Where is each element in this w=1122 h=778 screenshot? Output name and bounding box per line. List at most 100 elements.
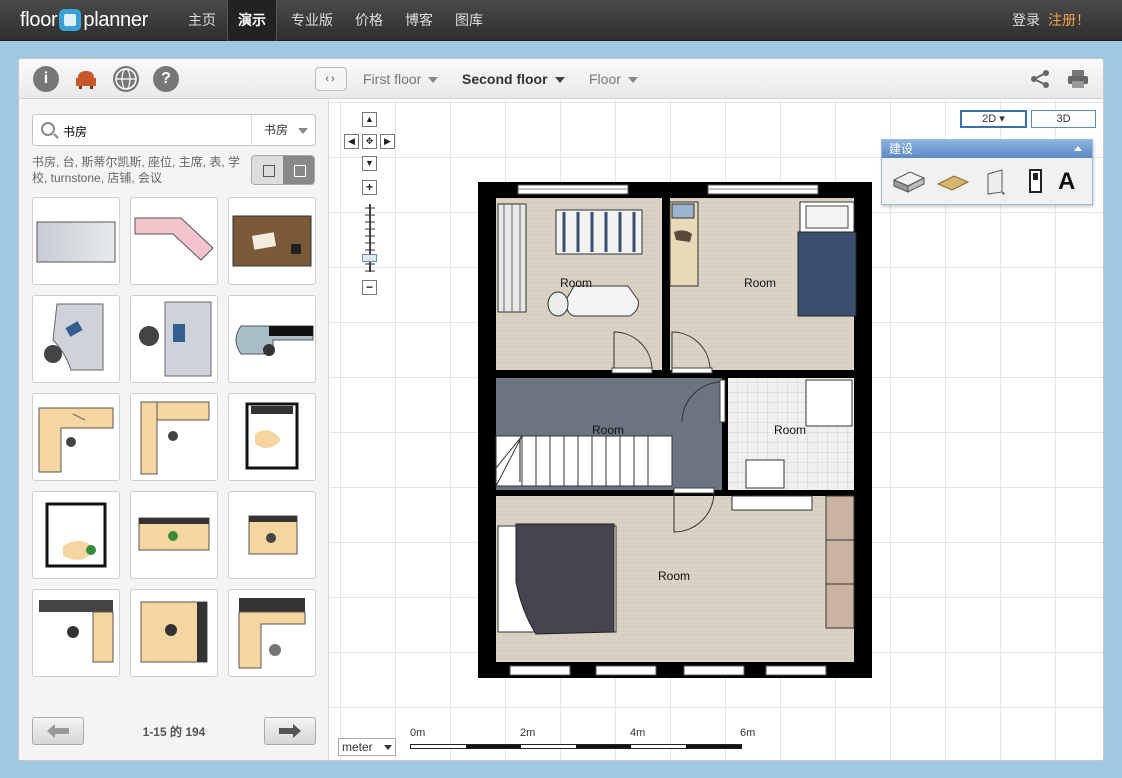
catalog-item[interactable] <box>228 197 316 285</box>
catalog-item[interactable] <box>130 491 218 579</box>
pagination: 1-15 的 194 <box>32 717 316 747</box>
help-icon[interactable]: ? <box>153 66 179 92</box>
category-dropdown[interactable]: 书房 <box>251 115 316 145</box>
nav-item-pricing[interactable]: 价格 <box>345 0 393 41</box>
catalog-item[interactable] <box>228 295 316 383</box>
tab-first-floor-label: First floor <box>363 71 422 87</box>
print-icon[interactable] <box>1067 69 1089 89</box>
search-icon <box>41 122 55 136</box>
scale-label: 6m <box>740 727 756 739</box>
zoom-in-button[interactable]: + <box>362 180 377 195</box>
floor-surface-icon[interactable] <box>936 168 970 196</box>
catalog-item[interactable] <box>32 197 120 285</box>
login-link[interactable]: 登录 <box>1012 0 1040 41</box>
tab-floor-label: Floor <box>589 71 621 87</box>
pan-down-button[interactable]: ▼ <box>362 156 377 171</box>
room-label: Room <box>560 276 592 290</box>
3d-view-icon[interactable] <box>252 156 283 184</box>
pan-left-button[interactable]: ◀ <box>344 134 359 149</box>
floorplan-canvas[interactable]: ▲ ◀ ✥ ▶ ▼ + − 2D ▾ 3D 建设 A Room Room Roo… <box>330 100 1103 760</box>
catalog-item[interactable] <box>130 295 218 383</box>
nav-item-blog[interactable]: 博客 <box>395 0 443 41</box>
pan-center-icon[interactable]: ✥ <box>362 134 377 149</box>
room-label: Room <box>774 423 806 437</box>
tab-first-floor[interactable]: First floor <box>363 59 439 99</box>
chevron-down-icon <box>627 77 638 84</box>
wall-icon[interactable] <box>892 168 926 196</box>
door-threshold <box>673 487 715 494</box>
logo-text-right: planner <box>83 8 149 31</box>
app-panel: i ? ‹› First floor Second floor Floor 书房… <box>18 58 1104 761</box>
bed-duvet <box>797 231 857 317</box>
chevron-down-icon <box>298 127 309 134</box>
floor-plan[interactable]: Room Room Room Room Room <box>478 182 874 680</box>
category-dropdown-label: 书房 <box>264 123 289 137</box>
register-link[interactable]: 注册！ <box>1048 0 1090 41</box>
catalog-item[interactable] <box>130 393 218 481</box>
room-label: Room <box>592 423 624 437</box>
zoom-out-button[interactable]: − <box>362 280 377 295</box>
unit-select[interactable]: meter <box>338 738 396 756</box>
tab-second-floor[interactable]: Second floor <box>462 59 565 99</box>
pillow <box>805 205 849 229</box>
logo-icon <box>59 9 82 31</box>
shoe-rack <box>731 495 813 511</box>
chevron-down-icon <box>428 77 439 84</box>
window-top-right <box>707 184 819 195</box>
scale-ruler <box>410 744 742 749</box>
catalog-item[interactable] <box>32 295 120 383</box>
bathtub <box>565 285 639 317</box>
build-panel-title[interactable]: 建设 <box>882 140 1092 158</box>
door-threshold <box>671 367 713 374</box>
view-2d-label: 2D <box>982 113 997 125</box>
catalog-item[interactable] <box>228 491 316 579</box>
build-panel: 建设 A <box>881 139 1093 205</box>
catalog-item[interactable] <box>32 491 120 579</box>
door-icon[interactable] <box>982 168 1010 196</box>
logo-text-left: floor <box>20 8 58 31</box>
text-tool-icon[interactable]: A <box>1058 168 1082 196</box>
scale-bar: meter 0m 2m 4m 6m <box>338 727 758 758</box>
view-mode-switch: 2D ▾ 3D <box>960 110 1096 128</box>
catalog-item[interactable] <box>130 589 218 677</box>
share-icon[interactable] <box>1029 69 1051 89</box>
pan-right-button[interactable]: ▶ <box>380 134 395 149</box>
globe-icon[interactable] <box>113 66 139 92</box>
scale-label: 0m <box>410 727 426 739</box>
armchair-icon[interactable] <box>73 66 99 92</box>
related-tags[interactable]: 书房, 台, 斯蒂尔凯斯, 座位, 主席, 表, 学校, turnstone, … <box>32 154 242 186</box>
tab-second-floor-label: Second floor <box>462 71 548 87</box>
2d-view-icon[interactable] <box>283 156 314 184</box>
floor-nav-arrows[interactable]: ‹› <box>315 67 347 91</box>
catalog-item[interactable] <box>228 589 316 677</box>
search-input[interactable] <box>63 121 243 141</box>
sidebar: 书房 书房, 台, 斯蒂尔凯斯, 座位, 主席, 表, 学校, turnston… <box>19 100 329 760</box>
door-threshold <box>611 367 653 374</box>
nav-item-home[interactable]: 主页 <box>178 0 226 41</box>
catalog-item[interactable] <box>228 393 316 481</box>
catalog-item[interactable] <box>32 393 120 481</box>
monitor <box>671 203 695 219</box>
sink <box>745 459 785 489</box>
room-label: Room <box>744 276 776 290</box>
view-3d-button[interactable]: 3D <box>1031 110 1096 128</box>
arrow-right-icon <box>279 724 301 738</box>
tab-floor[interactable]: Floor <box>589 59 638 99</box>
view-2d-button[interactable]: 2D ▾ <box>960 110 1027 128</box>
window-icon[interactable] <box>1026 168 1046 196</box>
catalog-item[interactable] <box>130 197 218 285</box>
nav-item-pro[interactable]: 专业版 <box>281 0 343 41</box>
next-page-button[interactable] <box>264 717 316 745</box>
wardrobe <box>825 495 855 629</box>
catalog-item[interactable] <box>32 589 120 677</box>
window-top-left <box>517 184 629 195</box>
nav-item-gallery[interactable]: 图库 <box>445 0 493 41</box>
nav-item-demo[interactable]: 演示 <box>227 0 277 41</box>
pan-up-button[interactable]: ▲ <box>362 112 377 127</box>
info-icon[interactable]: i <box>33 66 59 92</box>
zoom-slider-ticks <box>365 207 375 272</box>
scale-label: 4m <box>630 727 646 739</box>
logo[interactable]: floor planner <box>20 7 148 33</box>
zoom-slider-handle[interactable] <box>362 254 377 262</box>
door-threshold <box>719 379 726 423</box>
